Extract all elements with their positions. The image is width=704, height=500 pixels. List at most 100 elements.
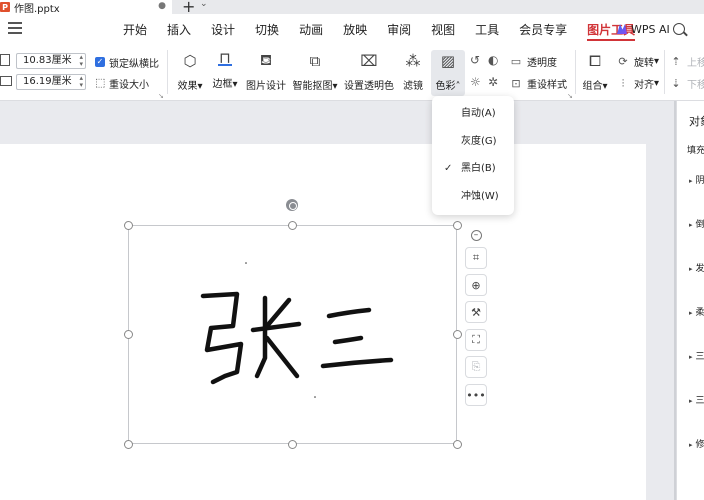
lock-ratio-checkbox[interactable]: ✓ xyxy=(95,57,105,67)
color-dropdown-menu: 自动(A) 灰度(G) ✓ 黑白(B) 冲蚀(W) xyxy=(432,96,514,215)
tab-member[interactable]: 会员专享 xyxy=(509,14,577,44)
section-3d-format[interactable]: 三维格式 xyxy=(689,349,704,362)
reset-size-icon[interactable]: ⬚ xyxy=(95,76,105,89)
cube-icon: ⬡ xyxy=(183,52,197,70)
filter-label: 滤镜 xyxy=(403,81,423,92)
move-up-button[interactable]: ⇡ 上移 xyxy=(670,54,704,69)
section-modify[interactable]: 修改 xyxy=(689,437,704,450)
hamburger-icon[interactable] xyxy=(8,22,22,34)
tab-slideshow[interactable]: 放映 xyxy=(333,14,377,44)
cutout-icon: ⛶ xyxy=(472,333,480,346)
rotate-icon: ⟳ xyxy=(618,55,628,68)
ocr-button[interactable]: ⎘ xyxy=(465,356,487,378)
minus-icon: – xyxy=(470,229,482,241)
set-transparent-color-button[interactable]: ⌧ 设置透明色 xyxy=(344,50,394,96)
resize-handle-bottom-right[interactable] xyxy=(453,440,462,449)
width-icon xyxy=(0,54,10,66)
chevron-down-icon[interactable]: ⌄ xyxy=(200,0,208,9)
more-options-button[interactable]: ••• xyxy=(465,384,487,406)
tab-review[interactable]: 审阅 xyxy=(377,14,421,44)
modified-dot-icon[interactable]: ● xyxy=(158,1,166,11)
selected-picture[interactable] xyxy=(128,225,457,444)
section-glow[interactable]: 发光 xyxy=(689,261,704,274)
zoom-icon: ⊕ xyxy=(471,278,481,292)
smart-cutout-button[interactable]: ⧉ 智能抠图▾ xyxy=(291,50,339,96)
set-transparent-label: 设置透明色 xyxy=(344,81,394,92)
menu-bar: 开始 插入 设计 切换 动画 放映 审阅 视图 工具 会员专享 图片工具 WPS… xyxy=(0,14,704,44)
effects-button[interactable]: ⬡ 效果▾ xyxy=(175,50,205,96)
rotate-handle-icon[interactable] xyxy=(286,199,298,211)
reset-size-button[interactable]: 重设大小 xyxy=(109,76,149,91)
document-name: 作图.pptx xyxy=(14,3,60,15)
smart-cutout-label: 智能抠图 xyxy=(292,81,333,92)
magic-icon: ⚒ xyxy=(471,305,481,319)
color-option-label: 灰度(G) xyxy=(461,136,497,147)
wps-ai-button[interactable]: WPS AI xyxy=(617,14,670,44)
section-3d-rotation[interactable]: 三维旋转 xyxy=(689,393,704,406)
brightness-icon[interactable]: ☼ xyxy=(470,75,481,89)
tab-tools[interactable]: 工具 xyxy=(465,14,509,44)
panel-tab-fill-line[interactable]: 填充与线条 xyxy=(687,143,704,156)
color-option-washout[interactable]: 冲蚀(W) xyxy=(432,184,514,210)
filter-button[interactable]: ⁂ 滤镜 xyxy=(400,50,426,96)
move-down-button[interactable]: ⇣ 下移 xyxy=(670,76,704,91)
resize-handle-bottom-left[interactable] xyxy=(124,440,133,449)
contrast-icon[interactable]: ◐ xyxy=(488,53,498,67)
section-reflection[interactable]: 倒影 xyxy=(689,217,704,230)
resize-handle-right[interactable] xyxy=(453,330,462,339)
color-option-grayscale[interactable]: 灰度(G) xyxy=(432,129,514,155)
picture-design-button[interactable]: ⛾ 图片设计 xyxy=(245,50,287,96)
reset-style-button[interactable]: ⊡ 重设样式 xyxy=(510,76,567,91)
transparency-icon: ▭ xyxy=(510,55,522,68)
filter-circles-icon: ⁂ xyxy=(405,52,421,70)
border-icon: ⊓ xyxy=(218,49,232,67)
border-button[interactable]: ⊓ 边框▾ xyxy=(209,49,241,96)
color-option-black-white[interactable]: ✓ 黑白(B) xyxy=(432,156,514,182)
lock-ratio-label: 锁定纵横比 xyxy=(109,59,159,70)
width-spinner-icon[interactable]: ▴ ▾ xyxy=(79,54,83,68)
align-label: 对齐 xyxy=(634,80,654,91)
crop-button[interactable]: ⌗ xyxy=(465,247,487,269)
color-option-auto[interactable]: 自动(A) xyxy=(432,101,514,127)
color-button[interactable]: ▨ 色彩˄ xyxy=(431,50,465,96)
resize-handle-top-right[interactable] xyxy=(453,221,462,230)
group-button[interactable]: ⧠ 组合▾ xyxy=(580,50,610,96)
tab-insert[interactable]: 插入 xyxy=(157,14,201,44)
brightness-low-icon[interactable]: ✲ xyxy=(488,75,498,89)
height-input[interactable]: 16.19厘米 ▴ ▾ xyxy=(16,74,86,90)
rotate-button[interactable]: ⟳ 旋转 ▾ xyxy=(617,54,659,69)
color-option-label: 冲蚀(W) xyxy=(461,191,499,202)
tab-animation[interactable]: 动画 xyxy=(289,14,333,44)
cutout-button[interactable]: ⛶ xyxy=(465,329,487,351)
zoom-button[interactable]: ⊕ xyxy=(465,274,487,296)
tab-transition[interactable]: 切换 xyxy=(245,14,289,44)
resize-handle-top-left[interactable] xyxy=(124,221,133,230)
resize-handle-bottom[interactable] xyxy=(288,440,297,449)
align-button[interactable]: ⫶ 对齐 ▾ xyxy=(617,76,659,92)
section-soft-edges[interactable]: 柔化边缘 xyxy=(689,305,704,318)
magic-edit-button[interactable]: ⚒ xyxy=(465,301,487,323)
tab-design[interactable]: 设计 xyxy=(201,14,245,44)
tab-view[interactable]: 视图 xyxy=(421,14,465,44)
collapse-toolbar-button[interactable]: – xyxy=(465,224,487,246)
search-icon[interactable] xyxy=(673,23,685,35)
width-value: 10.83厘米 xyxy=(23,55,72,66)
reset-style-icon: ⊡ xyxy=(511,77,521,90)
rotate-ccw-icon[interactable]: ↺ xyxy=(470,53,480,67)
crop-icon: ⌗ xyxy=(472,251,480,264)
section-shadow[interactable]: 阴影 xyxy=(689,173,704,186)
document-tab[interactable]: P 作图.pptx ● xyxy=(0,0,172,15)
width-input[interactable]: 10.83厘米 ▴ ▾ xyxy=(16,53,86,69)
align-icon: ⫶ xyxy=(621,76,625,90)
rotate-label: 旋转 xyxy=(634,58,654,69)
resize-handle-top[interactable] xyxy=(288,221,297,230)
color-option-label: 黑白(B) xyxy=(461,163,496,174)
picture-dialog-launcher-icon[interactable]: ↘ xyxy=(567,92,573,100)
resize-handle-left[interactable] xyxy=(124,330,133,339)
tab-home[interactable]: 开始 xyxy=(113,14,157,44)
transparency-button[interactable]: ▭ 透明度 xyxy=(510,54,557,69)
size-dialog-launcher-icon[interactable]: ↘ xyxy=(158,92,164,100)
transparent-color-icon: ⌧ xyxy=(360,52,378,70)
height-spinner-icon[interactable]: ▴ ▾ xyxy=(79,75,83,89)
signature-image xyxy=(200,262,394,398)
